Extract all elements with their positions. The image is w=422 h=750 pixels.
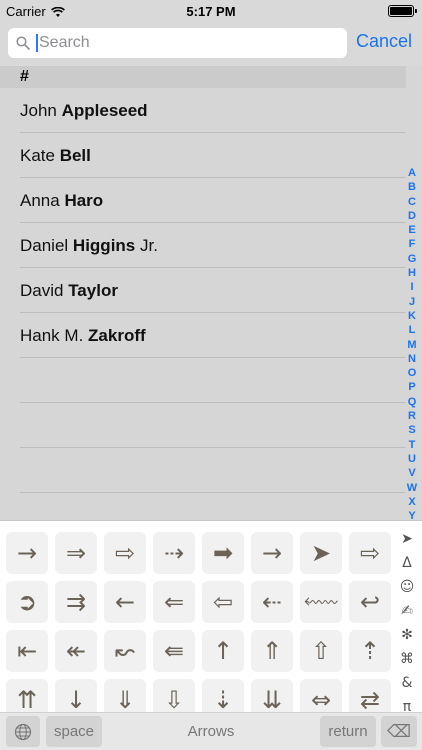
section-index-bar[interactable]: ABCDEFGHIJKLMNOPQRSTUVWXYZ# bbox=[405, 166, 419, 552]
hook-arrow-left-icon[interactable]: ↩ bbox=[349, 581, 391, 623]
index-letter[interactable]: V bbox=[408, 466, 415, 480]
index-letter[interactable]: Q bbox=[408, 395, 417, 409]
battery-icon bbox=[388, 5, 417, 17]
wave-arrow-icon[interactable]: ↜ bbox=[104, 630, 146, 672]
status-bar: Carrier 5:17 PM bbox=[0, 0, 422, 22]
search-bar: Cancel bbox=[0, 22, 422, 66]
search-icon bbox=[16, 36, 30, 50]
empty-row bbox=[20, 448, 406, 493]
index-letter[interactable]: B bbox=[408, 180, 416, 194]
triple-arrow-left-icon[interactable]: ⇚ bbox=[153, 630, 195, 672]
category-smiley-icon[interactable]: ☺ bbox=[400, 575, 415, 599]
delete-key[interactable]: ⌫ bbox=[381, 716, 417, 747]
index-letter[interactable]: J bbox=[409, 295, 415, 309]
search-input[interactable] bbox=[39, 34, 319, 52]
category-selector: ➤ Δ ☺ ✍ ✻ ⌘ & π bbox=[396, 527, 418, 719]
arrow-left-to-bar-icon[interactable]: ⇤ bbox=[6, 630, 48, 672]
category-asterisk-icon[interactable]: ✻ bbox=[401, 623, 413, 647]
category-punctuation-icon[interactable]: & bbox=[402, 671, 413, 695]
dashed-arrow-right-icon[interactable]: ⇢ bbox=[153, 532, 195, 574]
index-letter[interactable]: R bbox=[408, 409, 416, 423]
index-letter[interactable]: O bbox=[408, 366, 417, 380]
arrow-right-icon[interactable]: → bbox=[6, 532, 48, 574]
contact-suffix: Jr. bbox=[135, 236, 158, 255]
arrowhead-right-icon[interactable]: ➤ bbox=[300, 532, 342, 574]
contact-row[interactable]: Anna Haro bbox=[20, 178, 406, 223]
index-letter[interactable]: C bbox=[408, 195, 416, 209]
category-arrows-icon[interactable]: ➤ bbox=[401, 527, 413, 551]
paired-arrows-right-icon[interactable]: ⇉ bbox=[55, 581, 97, 623]
symbol-keyboard: → ⇒ ⇨ ⇢ ➡ → ➤ ⇨ ➲ ⇉ ← ⇐ ⇦ ⇠ ⬳ ↩ ⇤ ↞ ↜ ⇚ ↑ ⇑ ⇧ ⇡ ⇈ ↓ ⇓ ⇩ ⇣ ⇊ ⇔ ⇄ ➤ Δ ☺ ✍ ✻ ⌘ &… bbox=[0, 520, 422, 750]
circled-arrow-right-icon[interactable]: ➲ bbox=[6, 581, 48, 623]
status-time: 5:17 PM bbox=[186, 4, 236, 19]
white-arrow-right-icon[interactable]: ⇨ bbox=[104, 532, 146, 574]
text-cursor bbox=[36, 34, 38, 52]
category-technical-icon[interactable]: ⌘ bbox=[400, 647, 414, 671]
contact-last-name: Bell bbox=[59, 146, 91, 165]
two-headed-arrow-left-icon[interactable]: ↞ bbox=[55, 630, 97, 672]
contact-row[interactable]: David Taylor bbox=[20, 268, 406, 313]
contact-last-name: Appleseed bbox=[61, 101, 148, 120]
index-letter[interactable]: T bbox=[409, 438, 416, 452]
contact-last-name: Higgins bbox=[72, 236, 136, 255]
arrow-up-icon[interactable]: ↑ bbox=[202, 630, 244, 672]
return-key[interactable]: return bbox=[320, 716, 376, 747]
index-letter[interactable]: M bbox=[407, 338, 416, 352]
cancel-button[interactable]: Cancel bbox=[356, 31, 412, 52]
index-letter[interactable]: F bbox=[409, 237, 416, 251]
contact-last-name: Haro bbox=[64, 191, 104, 210]
index-letter[interactable]: P bbox=[408, 380, 415, 394]
contact-last-name: Zakroff bbox=[88, 326, 146, 345]
contact-row[interactable]: John Appleseed bbox=[20, 88, 406, 133]
empty-row bbox=[20, 358, 406, 403]
contact-row[interactable]: Hank M. Zakroff bbox=[20, 313, 406, 358]
index-letter[interactable]: U bbox=[408, 452, 416, 466]
index-letter[interactable]: X bbox=[408, 495, 415, 509]
contact-first-name: Daniel bbox=[20, 236, 73, 255]
contact-row[interactable]: Daniel Higgins Jr. bbox=[20, 223, 406, 268]
index-letter[interactable]: G bbox=[408, 252, 417, 266]
index-letter[interactable]: S bbox=[408, 423, 415, 437]
keyboard-bottom-bar: space Arrows return ⌫ bbox=[0, 712, 422, 750]
contact-first-name: Kate bbox=[20, 146, 60, 165]
contact-first-name: Anna bbox=[20, 191, 65, 210]
index-letter[interactable]: E bbox=[408, 223, 415, 237]
arrow-right-icon[interactable]: → bbox=[251, 532, 293, 574]
contact-first-name: John bbox=[20, 101, 62, 120]
symbol-key-grid: → ⇒ ⇨ ⇢ ➡ → ➤ ⇨ ➲ ⇉ ← ⇐ ⇦ ⇠ ⬳ ↩ ⇤ ↞ ↜ ⇚ ↑ ⇑ ⇧ ⇡ ⇈ ↓ ⇓ ⇩ ⇣ ⇊ ⇔ ⇄ bbox=[6, 532, 391, 721]
index-letter[interactable]: D bbox=[408, 209, 416, 223]
contact-row[interactable]: Kate Bell bbox=[20, 133, 406, 178]
category-math-icon[interactable]: Δ bbox=[402, 551, 412, 575]
contact-first-name: Hank M. bbox=[20, 326, 89, 345]
index-letter[interactable]: I bbox=[410, 280, 413, 294]
contact-list: # John Appleseed Kate Bell Anna Haro Daniel… bbox=[0, 66, 422, 551]
category-writing-icon[interactable]: ✍ bbox=[401, 599, 413, 623]
arrow-left-icon[interactable]: ← bbox=[104, 581, 146, 623]
white-arrow-up-icon[interactable]: ⇧ bbox=[300, 630, 342, 672]
dashed-arrow-up-icon[interactable]: ⇡ bbox=[349, 630, 391, 672]
outlined-arrow-right-icon[interactable]: ⇨ bbox=[349, 532, 391, 574]
index-letter[interactable]: L bbox=[409, 323, 416, 337]
double-arrow-up-icon[interactable]: ⇑ bbox=[251, 630, 293, 672]
dashed-arrow-left-icon[interactable]: ⇠ bbox=[251, 581, 293, 623]
index-letter[interactable]: A bbox=[408, 166, 416, 180]
heavy-arrow-right-icon[interactable]: ➡ bbox=[202, 532, 244, 574]
white-arrow-left-icon[interactable]: ⇦ bbox=[202, 581, 244, 623]
contact-rows: John Appleseed Kate Bell Anna Haro Daniel H… bbox=[0, 88, 406, 493]
index-letter[interactable]: N bbox=[408, 352, 416, 366]
delete-icon: ⌫ bbox=[386, 721, 412, 742]
wave-arrow-left-icon[interactable]: ⬳ bbox=[300, 581, 342, 623]
index-letter[interactable]: W bbox=[407, 481, 417, 495]
index-letter[interactable]: H bbox=[408, 266, 416, 280]
index-letter[interactable]: K bbox=[408, 309, 416, 323]
contact-last-name: Taylor bbox=[68, 281, 118, 300]
contact-first-name: David bbox=[20, 281, 69, 300]
double-arrow-left-icon[interactable]: ⇐ bbox=[153, 581, 195, 623]
section-header: # bbox=[0, 66, 406, 88]
search-field[interactable] bbox=[8, 28, 347, 58]
empty-row bbox=[20, 403, 406, 448]
double-arrow-right-icon[interactable]: ⇒ bbox=[55, 532, 97, 574]
